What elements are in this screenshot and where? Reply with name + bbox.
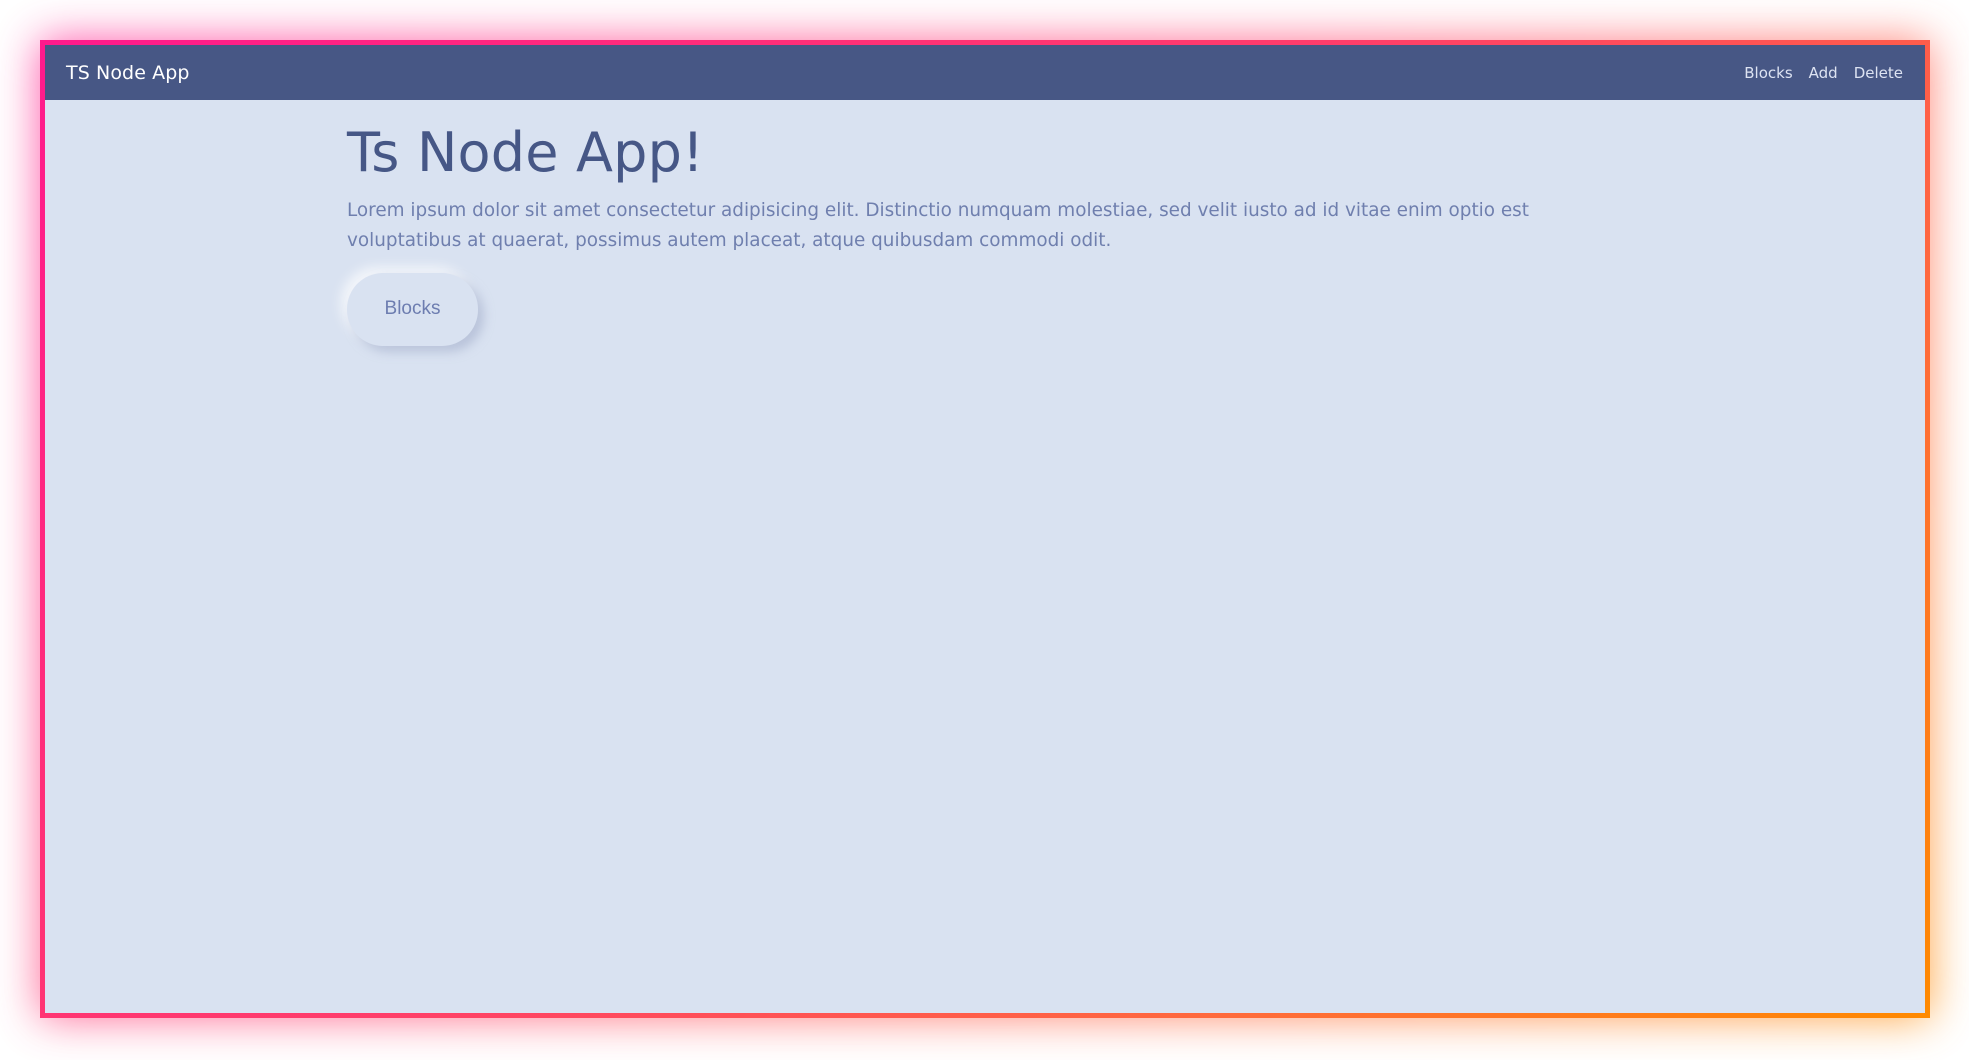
app-window: TS Node App Blocks Add Delete Ts Node Ap… (45, 45, 1925, 1013)
blocks-button[interactable]: Blocks (347, 272, 478, 346)
brand-link[interactable]: TS Node App (66, 62, 190, 84)
nav-link-blocks[interactable]: Blocks (1744, 64, 1792, 82)
browser-frame: TS Node App Blocks Add Delete Ts Node Ap… (40, 40, 1930, 1018)
top-navbar: TS Node App Blocks Add Delete (45, 45, 1925, 100)
nav-link-add[interactable]: Add (1809, 64, 1838, 82)
nav-link-delete[interactable]: Delete (1854, 64, 1903, 82)
main-content: Ts Node App! Lorem ipsum dolor sit amet … (347, 121, 1637, 346)
nav-links: Blocks Add Delete (1744, 64, 1903, 82)
page-description: Lorem ipsum dolor sit amet consectetur a… (347, 199, 1529, 251)
page-title: Ts Node App! (347, 121, 704, 184)
